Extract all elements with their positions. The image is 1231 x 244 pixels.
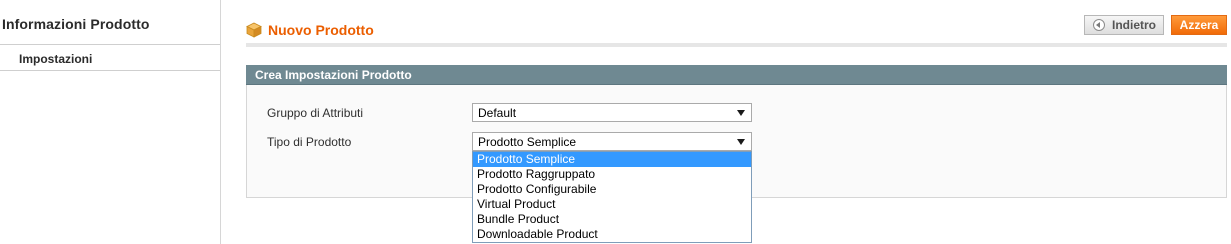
- chevron-down-icon: [737, 110, 745, 116]
- product-type-value: Prodotto Semplice: [478, 135, 577, 149]
- product-type-select[interactable]: Prodotto Semplice: [472, 132, 752, 151]
- section-title: Crea Impostazioni Prodotto: [255, 68, 412, 82]
- sidebar: Informazioni Prodotto Impostazioni: [0, 0, 221, 244]
- section-header: Crea Impostazioni Prodotto: [246, 65, 1227, 85]
- attribute-set-value: Default: [478, 106, 517, 120]
- sidebar-item-label: Impostazioni: [19, 52, 93, 66]
- dropdown-option[interactable]: Virtual Product: [473, 197, 751, 212]
- page-title: Nuovo Prodotto: [268, 22, 374, 38]
- page-header: Nuovo Prodotto Indietro Azzera: [246, 14, 1227, 47]
- dropdown-option[interactable]: Bundle Product: [473, 212, 751, 227]
- reset-button[interactable]: Azzera: [1171, 15, 1227, 35]
- dropdown-option[interactable]: Prodotto Semplice: [473, 152, 751, 167]
- back-button-label: Indietro: [1112, 18, 1156, 32]
- chevron-down-icon: [737, 139, 745, 145]
- product-box-icon: [246, 22, 262, 38]
- product-type-dropdown[interactable]: Prodotto Semplice Prodotto Raggruppato P…: [472, 151, 752, 243]
- sidebar-item-impostazioni[interactable]: Impostazioni: [0, 45, 220, 71]
- attribute-set-select[interactable]: Default: [472, 103, 752, 122]
- back-arrow-icon: [1093, 19, 1105, 31]
- product-type-label: Tipo di Prodotto: [267, 135, 352, 149]
- dropdown-option[interactable]: Downloadable Product: [473, 227, 751, 242]
- sidebar-title: Informazioni Prodotto: [2, 16, 150, 32]
- reset-button-label: Azzera: [1179, 18, 1219, 32]
- dropdown-option[interactable]: Prodotto Raggruppato: [473, 167, 751, 182]
- back-button[interactable]: Indietro: [1084, 15, 1164, 35]
- dropdown-option[interactable]: Prodotto Configurabile: [473, 182, 751, 197]
- attribute-set-label: Gruppo di Attributi: [267, 106, 364, 120]
